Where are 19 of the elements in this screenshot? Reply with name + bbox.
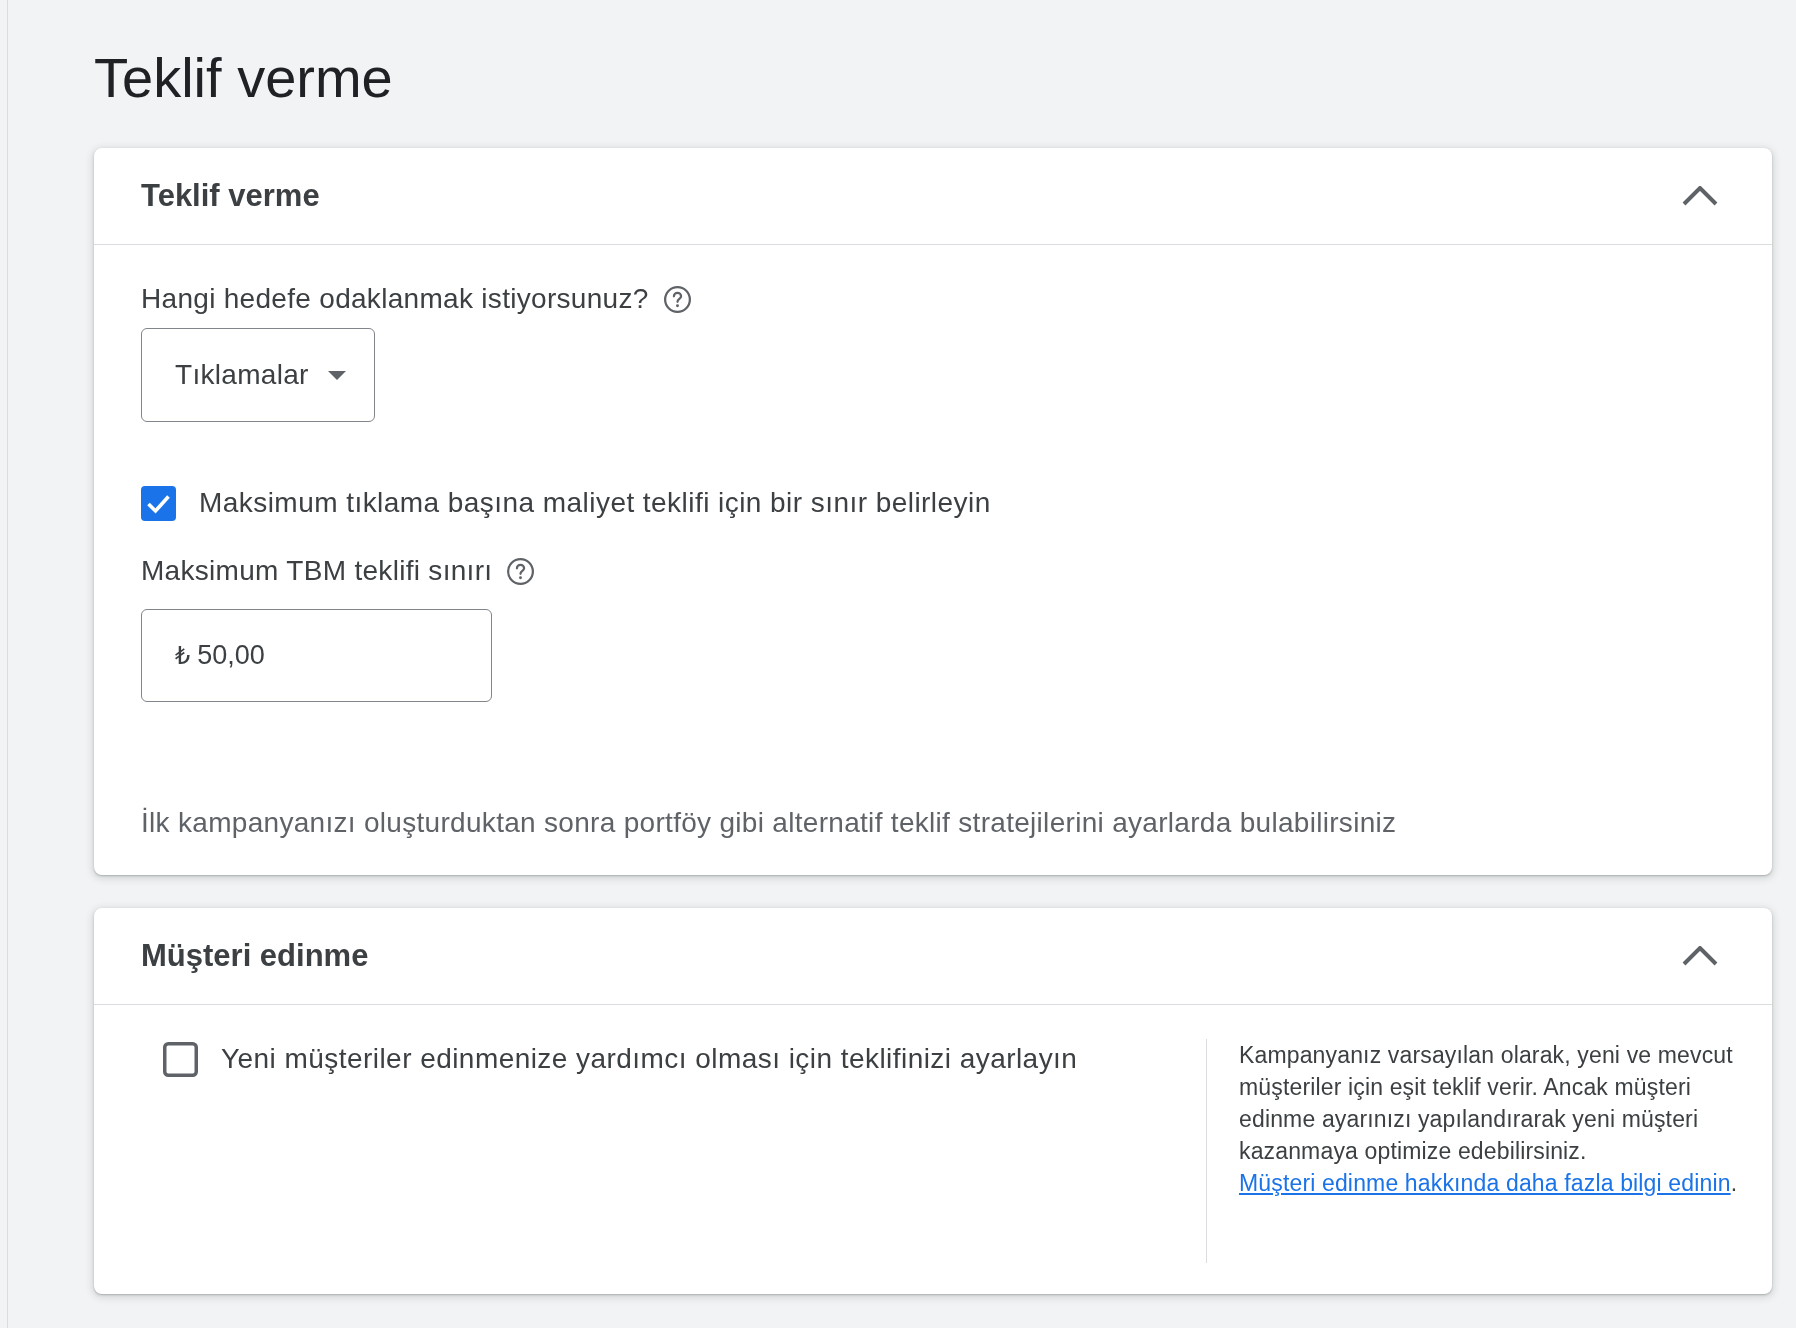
section-title: Müşteri edinme: [141, 937, 369, 975]
info-text: Kampanyanız varsayılan olarak, yeni ve mevcut müşteriler için eşit teklif verir. Ancak müşteri edinme ayarınızı yapılandırarak yeni müşteri kazanmaya optimize edebilirsiniz. Müşteri edinme hakkında daha fazla bilgi edinin.: [1239, 1041, 1739, 1198]
help-icon[interactable]: [663, 285, 691, 313]
checkbox-label: Yeni müşteriler edinmenize yardımcı olması için teklifinizi ayarlayın: [221, 1042, 1078, 1076]
section-title: Teklif verme: [141, 177, 320, 215]
field-label: Maksimum TBM teklifi sınırı: [141, 554, 493, 588]
checkbox-label: Maksimum tıklama başına maliyet teklifi için bir sınır belirleyin: [199, 486, 991, 520]
field-label: Hangi hedefe odaklanmak istiyorsunuz?: [141, 282, 649, 316]
checkbox[interactable]: [141, 485, 176, 521]
goal-dropdown[interactable]: Tıklamalar: [141, 328, 375, 422]
info-note: İlk kampanyanızı oluşturduktan sonra portföy gibi alternatif teklif stratejilerini ayarlarda bulabilirsiniz: [141, 806, 1397, 840]
chevron-up-icon[interactable]: [1682, 946, 1718, 966]
caret-icon: [327, 370, 346, 380]
chevron-up-icon[interactable]: [1682, 186, 1718, 206]
bid-limit-field[interactable]: ₺ 50,00: [141, 609, 492, 702]
checkbox[interactable]: [163, 1041, 198, 1077]
learn-more-link[interactable]: Müşteri edinme hakkında daha fazla bilgi edinin: [1239, 1170, 1731, 1196]
help-icon[interactable]: [507, 557, 535, 585]
page-title: Teklif verme: [94, 46, 393, 110]
